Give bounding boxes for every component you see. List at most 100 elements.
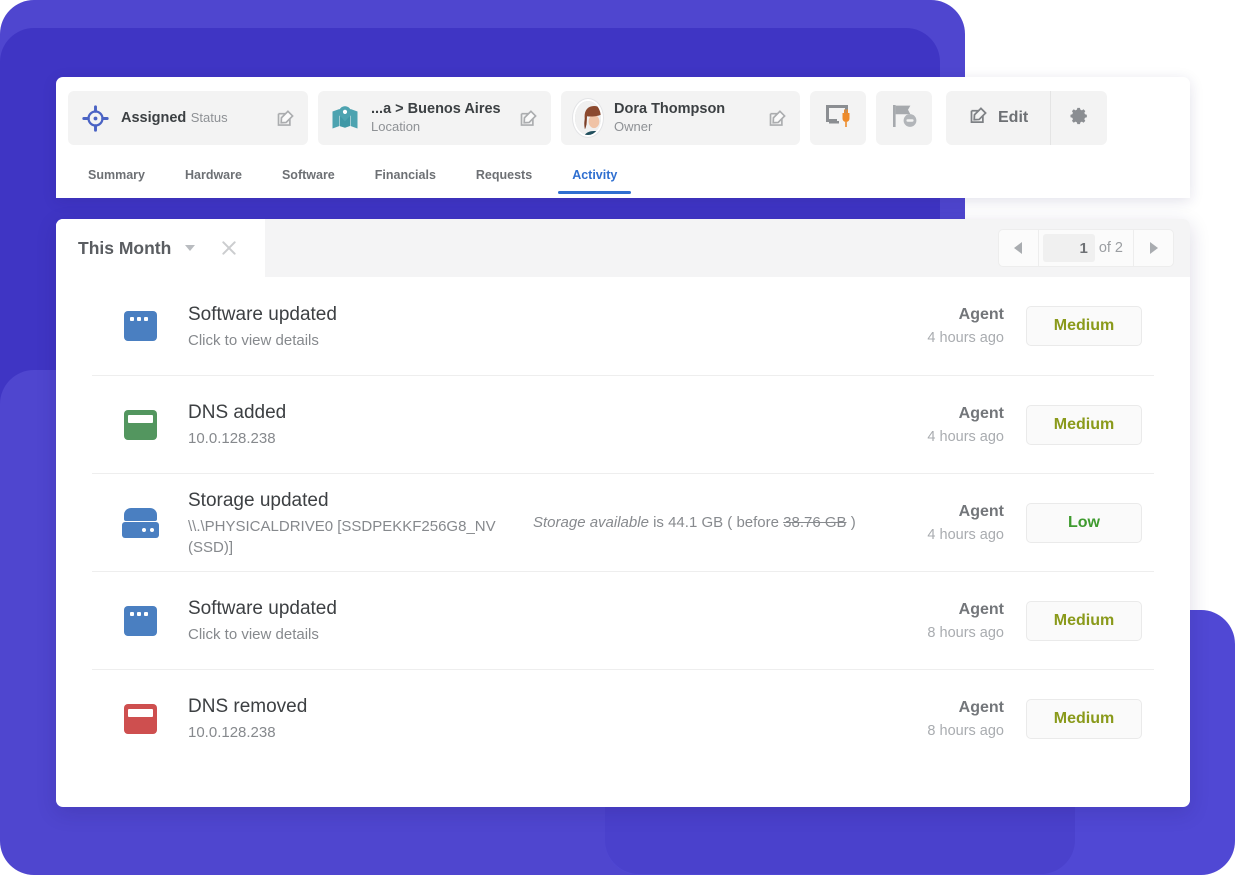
row-subtitle: Click to view details [188,626,319,643]
row-meta: Agent 8 hours ago [906,697,1026,741]
status-chip-text: Assigned Status [121,109,264,127]
owner-edit-icon[interactable] [767,108,788,129]
row-actor: Agent [958,502,1004,520]
status-badge[interactable]: Medium [1026,306,1142,346]
row-timestamp: 8 hours ago [927,722,1004,739]
row-subtitle: 10.0.128.238 [188,430,276,447]
pagination-prev-button[interactable] [999,229,1038,267]
status-badge[interactable]: Medium [1026,698,1142,739]
activity-panel: This Month 1 of 2 Software updated Click… [56,219,1190,807]
detail-metric-name: Storage available [533,513,649,531]
status-chip[interactable]: Assigned Status [68,91,308,145]
table-row[interactable]: Software updated Click to view details A… [92,571,1154,669]
screenshot-stage: Assigned Status ...a > Buenos Aires Loca… [0,0,1235,875]
row-text: Software updated Click to view details [188,302,533,351]
table-row[interactable]: DNS added 10.0.128.238 Agent 4 hours ago… [92,375,1154,473]
header-filler: 1 of 2 [265,219,1190,277]
tab-summary[interactable]: Summary [68,159,165,191]
row-badge-cell: Medium [1026,698,1154,739]
row-timestamp: 4 hours ago [927,330,1004,346]
location-chip-subtitle: Location [371,119,421,134]
status-badge[interactable]: Low [1026,502,1142,543]
asset-toolbar: Assigned Status ...a > Buenos Aires Loca… [56,77,1190,145]
row-meta: Agent 4 hours ago [906,304,1026,348]
row-main: DNS removed 10.0.128.238 [188,694,906,743]
status-badge[interactable]: Medium [1026,600,1142,641]
status-chip-title: Assigned [121,110,187,126]
edit-button[interactable]: Edit [946,91,1052,145]
row-title: DNS added [188,402,287,423]
tab-requests[interactable]: Requests [456,159,552,191]
row-text: DNS added 10.0.128.238 [188,400,533,449]
location-chip-title: ...a > Buenos Aires [371,101,501,117]
avatar [573,99,603,137]
row-timestamp: 4 hours ago [927,526,1004,543]
table-row[interactable]: Storage updated \\.\PHYSICALDRIVE0 [SSDP… [92,473,1154,571]
tab-activity[interactable]: Activity [552,159,637,194]
row-meta: Agent 4 hours ago [906,403,1026,447]
row-meta: Agent 8 hours ago [906,599,1026,643]
software-window-icon [123,605,157,636]
pencil-square-icon [968,105,989,131]
row-icon [92,507,188,538]
activity-panel-header: This Month 1 of 2 [56,219,1190,277]
row-timestamp: 4 hours ago [927,428,1004,445]
chevron-left-icon [1014,242,1023,254]
remote-connect-button[interactable] [810,91,866,145]
location-chip[interactable]: ...a > Buenos Aires Location [318,91,551,145]
row-icon [92,409,188,440]
monitor-plug-icon [823,102,853,135]
owner-chip-subtitle: Owner [614,119,653,134]
settings-button[interactable] [1051,91,1107,145]
row-text: Storage updated \\.\PHYSICALDRIVE0 [SSDP… [188,488,533,558]
status-chip-subtitle: Status [190,110,228,125]
close-icon[interactable] [219,238,239,258]
dns-removed-icon [123,703,157,734]
filter-label[interactable]: This Month [78,238,171,259]
tab-hardware[interactable]: Hardware [165,159,262,191]
row-badge-cell: Low [1026,502,1154,543]
row-detail: Storage available is 44.1 GB ( before 38… [533,512,906,534]
asset-header-card: Assigned Status ...a > Buenos Aires Loca… [56,77,1190,198]
tab-software[interactable]: Software [262,159,355,191]
row-timestamp: 8 hours ago [927,624,1004,641]
row-actor: Agent [958,306,1004,323]
tab-financials[interactable]: Financials [355,159,456,191]
row-main: Storage updated \\.\PHYSICALDRIVE0 [SSDP… [188,488,906,558]
row-title: Storage updated [188,489,329,511]
status-badge[interactable]: Medium [1026,404,1142,445]
location-edit-icon[interactable] [518,108,539,129]
page-total-label: of 2 [1098,240,1123,256]
flag-disable-button[interactable] [876,91,932,145]
software-window-icon [123,311,157,341]
edit-group: Edit [946,91,1108,145]
row-main: DNS added 10.0.128.238 [188,400,906,449]
activity-list: Software updated Click to view details A… [56,277,1190,767]
table-row[interactable]: Software updated Click to view details A… [92,277,1154,375]
pagination-position: 1 of 2 [1037,229,1134,267]
row-main: Software updated Click to view details [188,596,906,645]
table-row[interactable]: DNS removed 10.0.128.238 Agent 8 hours a… [92,669,1154,767]
row-actor: Agent [958,600,1004,618]
row-title: Software updated [188,303,337,325]
row-title: Software updated [188,598,337,619]
page-number-input[interactable]: 1 [1042,234,1095,262]
owner-chip[interactable]: Dora Thompson Owner [561,91,800,145]
pagination-next-button[interactable] [1134,229,1173,267]
detail-suffix: ) [846,513,856,531]
edit-button-label: Edit [998,109,1029,126]
row-text: DNS removed 10.0.128.238 [188,694,533,743]
row-subtitle: \\.\PHYSICALDRIVE0 [SSDPEKKF256G8_NV (SS… [188,517,496,556]
row-icon [92,311,188,341]
status-edit-icon[interactable] [275,108,296,129]
row-icon [92,703,188,734]
row-badge-cell: Medium [1026,404,1154,445]
row-actor: Agent [958,404,1004,422]
pagination-control: 1 of 2 [997,229,1174,267]
filter-zone: This Month [56,219,266,277]
detail-previous-value: 38.76 GB [783,513,847,531]
gear-icon [1068,105,1090,132]
dns-added-icon [123,409,157,440]
chevron-down-icon[interactable] [185,245,196,251]
row-actor: Agent [958,698,1004,716]
